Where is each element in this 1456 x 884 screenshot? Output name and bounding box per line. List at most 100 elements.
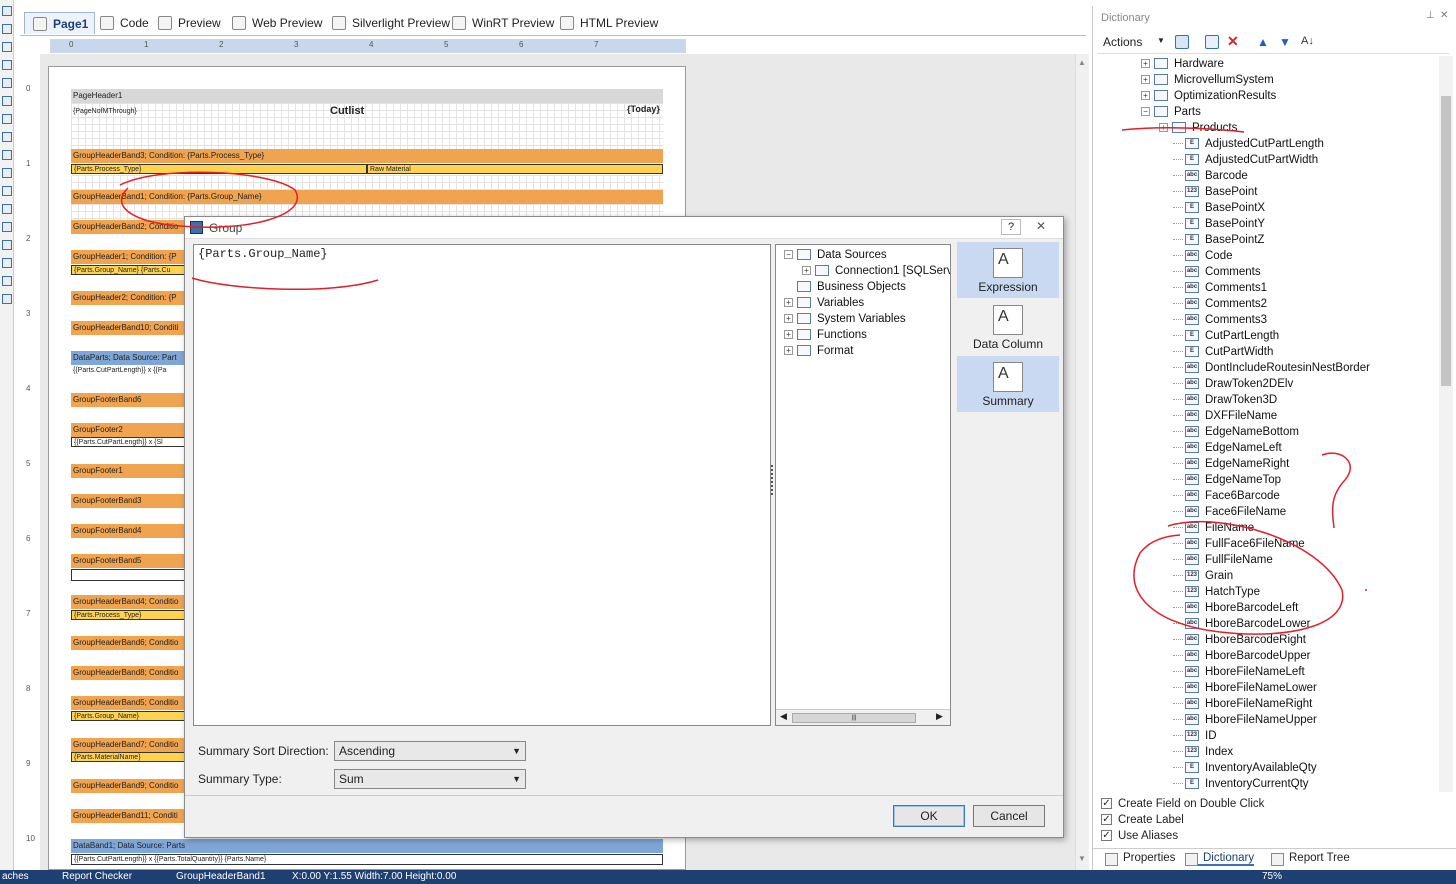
- tab-winrt-preview[interactable]: WinRT Preview: [452, 12, 554, 34]
- toolbox-icon[interactable]: [2, 276, 12, 286]
- tree-node-column[interactable]: E BasePointX: [1173, 200, 1265, 216]
- report-field[interactable]: {Parts.Process_Type}: [71, 164, 367, 174]
- expand-icon[interactable]: +: [1141, 91, 1150, 101]
- data-tree-node[interactable]: + System Variables: [784, 311, 906, 327]
- tree-node-column[interactable]: abc DrawToken3D: [1173, 392, 1277, 408]
- report-band[interactable]: DataBand1; Data Source: Parts: [71, 839, 663, 853]
- tab-preview[interactable]: Preview: [158, 12, 221, 34]
- tab-dictionary[interactable]: Dictionary: [1185, 852, 1255, 866]
- sort-icon[interactable]: A↓: [1301, 35, 1315, 49]
- create-label-checkbox[interactable]: ✓ Create Label: [1101, 812, 1184, 828]
- expand-icon[interactable]: −: [1141, 107, 1150, 117]
- tree-node-column[interactable]: abc HboreFileNameLower: [1173, 680, 1317, 696]
- data-tree-node[interactable]: Business Objects: [784, 279, 906, 295]
- toolbox-icon[interactable]: [2, 186, 12, 196]
- ok-button[interactable]: OK: [893, 805, 965, 827]
- toolbox-icon[interactable]: [2, 204, 12, 214]
- create-field-checkbox[interactable]: ✓ Create Field on Double Click: [1101, 796, 1264, 812]
- toolbox-icon[interactable]: [2, 168, 12, 178]
- tree-node-column[interactable]: E CutPartWidth: [1173, 344, 1273, 360]
- tree-node-column[interactable]: E AdjustedCutPartLength: [1173, 136, 1324, 152]
- toolbox-icon[interactable]: [2, 42, 12, 52]
- tree-node-column[interactable]: abc HboreBarcodeLower: [1173, 616, 1310, 632]
- tree-node-column[interactable]: abc Face6FileName: [1173, 504, 1286, 520]
- toolbox-icon[interactable]: [2, 150, 12, 160]
- tree-node-column[interactable]: E InventoryAvailableQty: [1173, 760, 1317, 776]
- zoom-level[interactable]: 75%: [1262, 870, 1282, 884]
- dictionary-scrollbar[interactable]: [1439, 56, 1453, 792]
- data-tree-node[interactable]: + Connection1 [SQLServ: [802, 263, 950, 279]
- tree-node-column[interactable]: abc EdgeNameBottom: [1173, 424, 1299, 440]
- data-tree-node[interactable]: + Functions: [784, 327, 867, 343]
- tree-node-column[interactable]: 123 HatchType: [1173, 584, 1260, 600]
- pin-icon[interactable]: ⊥: [1426, 10, 1435, 21]
- expand-icon[interactable]: +: [784, 298, 793, 308]
- expand-icon[interactable]: +: [1141, 75, 1150, 85]
- tree-node-column[interactable]: abc Comments3: [1173, 312, 1267, 328]
- tree-node-column[interactable]: abc FileName: [1173, 520, 1254, 536]
- tree-node-column[interactable]: abc FullFileName: [1173, 552, 1273, 568]
- tree-node-column[interactable]: E CutPartLength: [1173, 328, 1279, 344]
- tree-node-table[interactable]: + Hardware: [1141, 56, 1224, 72]
- tree-node-column[interactable]: abc HboreFileNameUpper: [1173, 712, 1317, 728]
- tree-node-column[interactable]: abc Comments: [1173, 264, 1261, 280]
- expand-icon[interactable]: +: [1159, 123, 1168, 133]
- tree-node-column[interactable]: abc EdgeNameTop: [1173, 472, 1281, 488]
- help-button[interactable]: ?: [1001, 219, 1021, 235]
- expression-editor[interactable]: {Parts.Group_Name}: [193, 244, 771, 726]
- scroll-left-icon[interactable]: ◀: [780, 711, 787, 722]
- actions-menu[interactable]: Actions: [1103, 35, 1142, 49]
- tree-node-column[interactable]: abc DrawToken2DElv: [1173, 376, 1293, 392]
- expression-button[interactable]: Expression: [957, 242, 1059, 298]
- toolbox-icon[interactable]: [2, 132, 12, 142]
- toolbox-icon[interactable]: [2, 114, 12, 124]
- report-field[interactable]: Raw Material: [367, 164, 663, 174]
- tab-properties[interactable]: Properties: [1105, 852, 1175, 866]
- summary-button[interactable]: Summary: [957, 356, 1059, 412]
- toolbox-icon[interactable]: [2, 6, 12, 16]
- report-checker-button[interactable]: Report Checker: [62, 870, 132, 884]
- toolbox-icon[interactable]: [2, 60, 12, 70]
- chevron-down-icon[interactable]: ▼: [1157, 36, 1165, 45]
- expand-icon[interactable]: +: [802, 266, 811, 276]
- tree-node-column[interactable]: 123 BasePoint: [1173, 184, 1257, 200]
- edit-icon[interactable]: [1205, 35, 1219, 49]
- report-band[interactable]: GroupHeaderBand3; Condition: {Parts.Proc…: [71, 149, 663, 163]
- close-icon[interactable]: ✕: [1440, 10, 1448, 21]
- tab-html-preview[interactable]: HTML Preview: [560, 12, 658, 34]
- data-tree-node[interactable]: − Data Sources: [784, 247, 887, 263]
- checkbox-icon[interactable]: ✓: [1101, 798, 1112, 810]
- use-aliases-checkbox[interactable]: ✓ Use Aliases: [1101, 828, 1178, 844]
- tree-node-column[interactable]: abc Code: [1173, 248, 1233, 264]
- delete-icon[interactable]: ✕: [1227, 34, 1241, 49]
- tree-node-column[interactable]: abc DXFFileName: [1173, 408, 1277, 424]
- expand-icon[interactable]: +: [1141, 59, 1150, 69]
- tree-node-column[interactable]: E BasePointY: [1173, 216, 1265, 232]
- new-item-icon[interactable]: [1175, 35, 1189, 49]
- tree-node-column[interactable]: abc HboreBarcodeLeft: [1173, 600, 1298, 616]
- toolbox-icon[interactable]: [2, 96, 12, 106]
- report-band[interactable]: GroupHeaderBand1; Condition: {Parts.Grou…: [71, 190, 663, 204]
- tree-node-column[interactable]: abc HboreBarcodeRight: [1173, 632, 1306, 648]
- tree-node-table[interactable]: − Parts: [1141, 104, 1201, 120]
- toolbox-icon[interactable]: [2, 258, 12, 268]
- horizontal-scrollbar[interactable]: ◀ ||| ▶: [776, 709, 950, 725]
- tree-node-column[interactable]: abc HboreFileNameRight: [1173, 696, 1312, 712]
- tree-node-column[interactable]: 123 ID: [1173, 728, 1217, 744]
- sort-direction-select[interactable]: Ascending ▼: [334, 741, 526, 761]
- tree-node-column[interactable]: E AdjustedCutPartWidth: [1173, 152, 1318, 168]
- tree-node-column[interactable]: 123 Index: [1173, 744, 1233, 760]
- tree-node-products[interactable]: + Products: [1159, 120, 1237, 136]
- checkbox-icon[interactable]: ✓: [1101, 830, 1112, 842]
- tree-node-column[interactable]: E BasePointZ: [1173, 232, 1264, 248]
- tab-report-tree[interactable]: Report Tree: [1271, 852, 1350, 866]
- data-tree-node[interactable]: + Variables: [784, 295, 864, 311]
- scrollbar-thumb[interactable]: [1441, 96, 1451, 386]
- page-n-of-m-field[interactable]: {PageNofMThrough}: [73, 108, 137, 115]
- scroll-down-icon[interactable]: ▼: [1078, 854, 1086, 863]
- tree-node-column[interactable]: abc HboreBarcodeUpper: [1173, 648, 1310, 664]
- tree-node-column[interactable]: abc Comments2: [1173, 296, 1267, 312]
- toolbox-icon[interactable]: [2, 294, 12, 304]
- move-up-icon[interactable]: ▲: [1257, 35, 1271, 49]
- toolbox-icon[interactable]: [2, 240, 12, 250]
